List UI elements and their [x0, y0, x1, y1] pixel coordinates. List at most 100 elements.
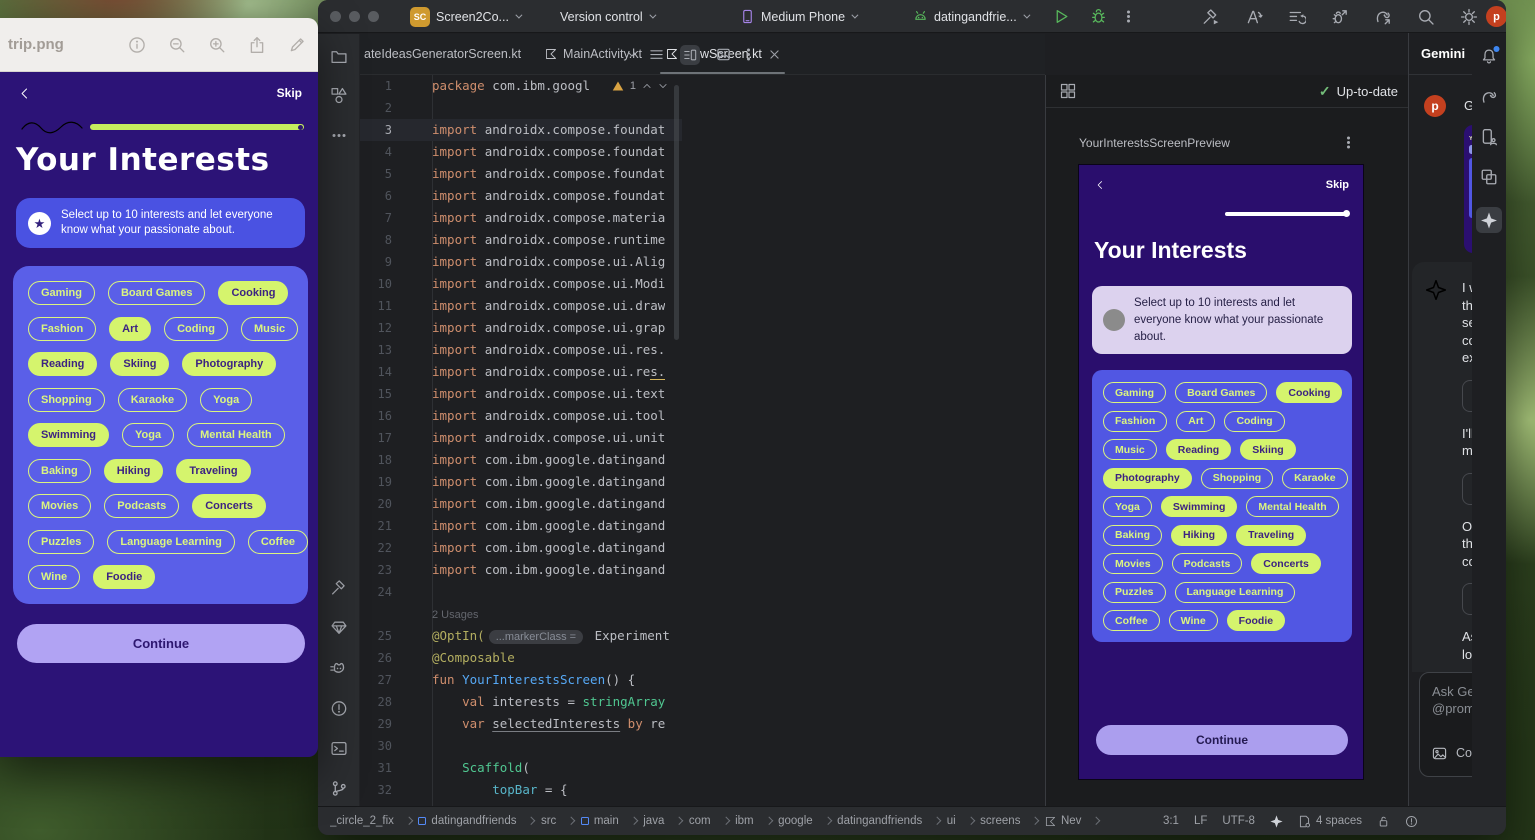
interest-chip[interactable]: Language Learning: [107, 530, 234, 554]
code-line[interactable]: 2: [360, 97, 682, 119]
code-line[interactable]: 25 @OptIn(...markerClass = Experiment: [360, 625, 682, 647]
code-line[interactable]: 11 import androidx.compose.ui.draw: [360, 295, 682, 317]
minimize-window-button[interactable]: [349, 11, 360, 22]
breadcrumb-item[interactable]: java: [643, 815, 689, 827]
interest-chip[interactable]: Board Games: [108, 281, 206, 305]
interest-chip[interactable]: Gaming: [28, 281, 95, 305]
breadcrumb[interactable]: _circle_2_fix datingandfriends src: [330, 815, 1106, 827]
attach-debugger-icon[interactable]: [1331, 8, 1349, 26]
code-line[interactable]: 18 import com.ibm.google.datingand: [360, 449, 682, 471]
vcs-widget[interactable]: Version control: [560, 0, 654, 33]
code-line[interactable]: 31 Scaffold(: [360, 757, 682, 779]
breadcrumb-item[interactable]: screens: [980, 815, 1045, 827]
project-tool-icon[interactable]: [330, 48, 347, 65]
tab-list-chevron-icon[interactable]: [628, 50, 635, 57]
interest-chip[interactable]: Board Games: [1175, 382, 1267, 403]
interest-chip[interactable]: Karaoke: [118, 388, 187, 412]
continue-button[interactable]: Continue: [17, 624, 305, 663]
preview-composable-name[interactable]: YourInterestsScreenPreview: [1079, 136, 1230, 150]
interest-chip[interactable]: Reading: [28, 352, 97, 376]
zoom-in-icon[interactable]: [208, 36, 226, 54]
inspections-status-icon[interactable]: [1405, 815, 1418, 828]
gradle-sync-icon[interactable]: [1374, 8, 1392, 26]
tab-dateideasgeneratorscreen[interactable]: ateIdeasGeneratorScreen.kt: [360, 34, 533, 74]
code-line[interactable]: 4 import androidx.compose.foundat: [360, 141, 682, 163]
gemini-status-icon[interactable]: [1270, 815, 1283, 828]
next-problem-icon[interactable]: [658, 81, 668, 91]
maximize-window-button[interactable]: [368, 11, 379, 22]
info-icon[interactable]: [128, 36, 146, 54]
interest-chip[interactable]: Karaoke: [1282, 468, 1347, 489]
search-everywhere-icon[interactable]: [1417, 8, 1435, 26]
layout-inspector-icon[interactable]: [1480, 168, 1498, 186]
problems-tool-icon[interactable]: [330, 700, 347, 717]
file-encoding[interactable]: UTF-8: [1222, 815, 1255, 827]
code-editor[interactable]: 1 package com.ibm.googl 1 2: [360, 75, 682, 806]
code-line[interactable]: 26 @Composable: [360, 647, 682, 669]
code-line[interactable]: 12 import androidx.compose.ui.grap: [360, 317, 682, 339]
inspections-widget[interactable]: 1: [612, 75, 682, 97]
interest-chip[interactable]: Foodie: [1227, 610, 1285, 631]
breadcrumb-item[interactable]: main: [581, 815, 643, 827]
close-window-button[interactable]: [330, 11, 341, 22]
interest-chip[interactable]: Coding: [1224, 411, 1284, 432]
gemini-tool-icon[interactable]: [1481, 212, 1498, 229]
breadcrumb-item[interactable]: Nev: [1045, 815, 1106, 827]
debug-button[interactable]: [1090, 8, 1107, 25]
caret-position[interactable]: 3:1: [1163, 815, 1179, 827]
interest-chip[interactable]: Baking: [28, 459, 91, 483]
interest-chip[interactable]: Art: [109, 317, 151, 341]
interest-chip[interactable]: Podcasts: [104, 494, 179, 518]
interest-chip[interactable]: Traveling: [1236, 525, 1306, 546]
continue-button[interactable]: Continue: [1096, 725, 1348, 755]
more-run-options-icon[interactable]: [1127, 15, 1130, 18]
interest-chip[interactable]: Traveling: [176, 459, 250, 483]
resource-manager-icon[interactable]: [330, 87, 347, 104]
code-line[interactable]: 22 import com.ibm.google.datingand: [360, 537, 682, 559]
interest-chip[interactable]: Wine: [28, 565, 80, 589]
prev-problem-icon[interactable]: [642, 81, 652, 91]
preview-options-icon[interactable]: [1347, 141, 1350, 144]
code-line[interactable]: 5 import androidx.compose.foundat: [360, 163, 682, 185]
interest-chip[interactable]: Art: [1176, 411, 1215, 432]
interest-chip[interactable]: Foodie: [93, 565, 155, 589]
breadcrumb-item[interactable]: google: [778, 815, 837, 827]
refactor-icon[interactable]: [1245, 8, 1263, 26]
logcat-icon[interactable]: [330, 660, 348, 678]
run-configuration[interactable]: datingandfrie...: [913, 0, 1028, 33]
code-line[interactable]: 32 topBar = {: [360, 779, 682, 801]
interest-chip[interactable]: Music: [1103, 439, 1157, 460]
run-button[interactable]: [1053, 8, 1070, 25]
attach-image-icon[interactable]: [1432, 746, 1447, 761]
interest-chip[interactable]: Concerts: [192, 494, 266, 518]
code-line[interactable]: 9 import androidx.compose.ui.Alig: [360, 251, 682, 273]
interest-chip[interactable]: Photography: [1103, 468, 1192, 489]
code-line[interactable]: 13 import androidx.compose.ui.res.: [360, 339, 682, 361]
code-line[interactable]: 16 import androidx.compose.ui.tool: [360, 405, 682, 427]
code-line[interactable]: 6 import androidx.compose.foundat: [360, 185, 682, 207]
line-ending[interactable]: LF: [1194, 815, 1207, 827]
code-line[interactable]: 2 Usages: [360, 603, 682, 625]
interest-chip[interactable]: Yoga: [200, 388, 252, 412]
interest-chip[interactable]: Mental Health: [1246, 496, 1338, 517]
rollback-icon[interactable]: [1288, 8, 1306, 26]
interest-chip[interactable]: Yoga: [122, 423, 174, 447]
interest-chip[interactable]: Cooking: [1276, 382, 1342, 403]
interest-chip[interactable]: Hiking: [1171, 525, 1227, 546]
breadcrumb-item[interactable]: com: [689, 815, 735, 827]
gradle-tool-icon[interactable]: [1480, 88, 1498, 106]
interest-chip[interactable]: Gaming: [1103, 382, 1166, 403]
tab-options-icon[interactable]: [747, 53, 750, 56]
interest-chip[interactable]: Movies: [28, 494, 91, 518]
interest-chip[interactable]: Concerts: [1251, 553, 1321, 574]
interest-chip[interactable]: Cooking: [218, 281, 288, 305]
share-icon[interactable]: [248, 36, 266, 54]
breadcrumb-item[interactable]: datingandfriends: [837, 815, 947, 827]
more-tool-windows-icon[interactable]: [337, 134, 340, 137]
interest-chip[interactable]: Language Learning: [1175, 582, 1296, 603]
preview-titlebar[interactable]: trip.png: [0, 18, 318, 72]
breadcrumb-item[interactable]: datingandfriends: [418, 815, 541, 827]
code-line[interactable]: 21 import com.ibm.google.datingand: [360, 515, 682, 537]
settings-gear-icon[interactable]: [1460, 8, 1478, 26]
interest-chip[interactable]: Swimming: [1161, 496, 1238, 517]
